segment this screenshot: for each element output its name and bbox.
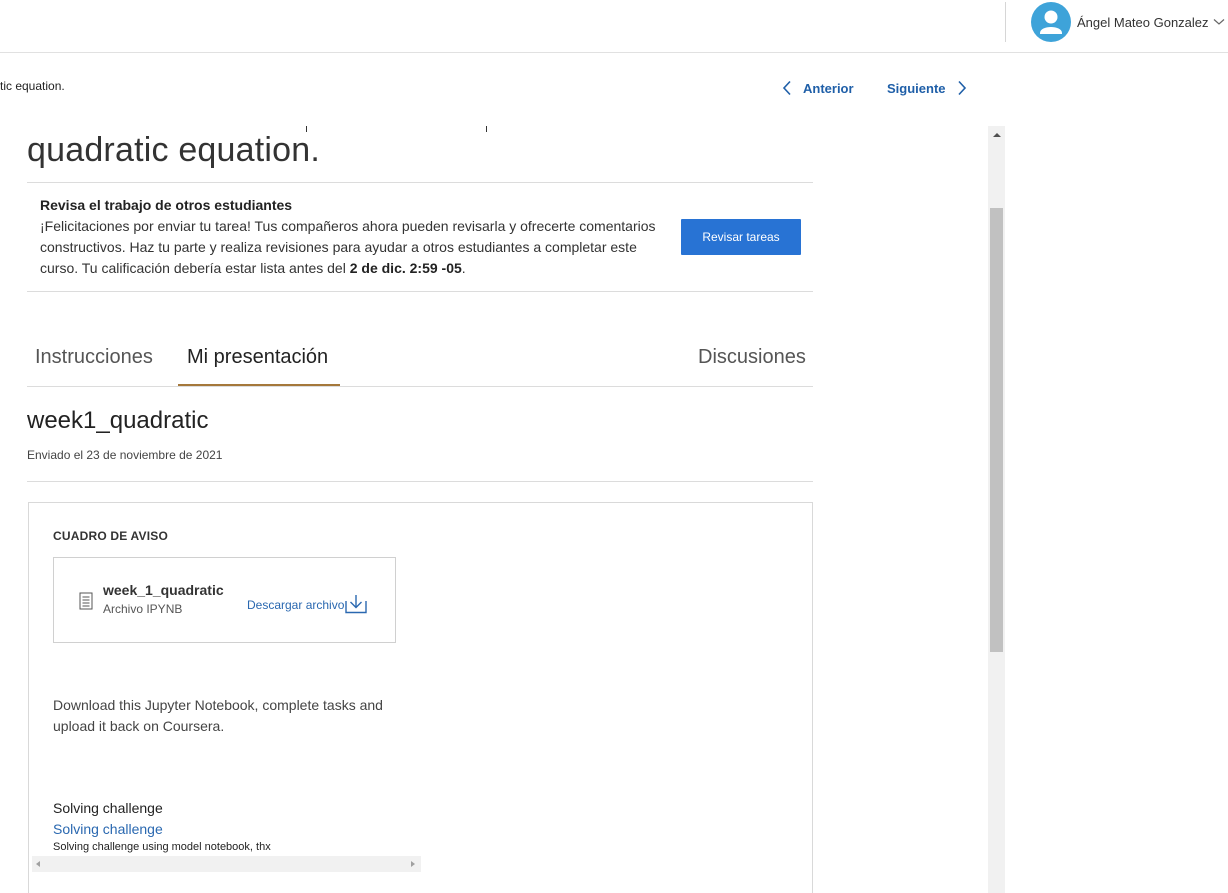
chevron-down-icon xyxy=(1213,19,1224,25)
file-name: week_1_quadratic xyxy=(103,582,224,598)
review-text: ¡Felicitaciones por enviar tu tarea! Tus… xyxy=(40,216,670,279)
scroll-up-icon[interactable] xyxy=(993,133,1001,137)
divider xyxy=(27,182,813,183)
vertical-scrollbar[interactable] xyxy=(988,126,1005,893)
user-name: Ángel Mateo Gonzalez xyxy=(1077,14,1209,30)
review-deadline: 2 de dic. 2:59 -05 xyxy=(349,260,462,276)
review-assignments-button[interactable]: Revisar tareas xyxy=(681,219,801,255)
download-file-link[interactable]: Descargar archivo xyxy=(247,594,368,614)
divider xyxy=(27,481,813,482)
file-type: Archivo IPYNB xyxy=(103,602,183,616)
panel-label: CUADRO DE AVISO xyxy=(53,529,169,543)
tab-instructions[interactable]: Instrucciones xyxy=(35,346,153,369)
download-icon xyxy=(345,595,368,614)
review-text-body: ¡Felicitaciones por enviar tu tarea! Tus… xyxy=(40,218,656,276)
download-file-label: Descargar archivo xyxy=(247,598,345,612)
scroll-left-icon[interactable] xyxy=(36,861,40,867)
submission-title: week1_quadratic xyxy=(27,407,209,434)
horizontal-scrollbar[interactable] xyxy=(32,856,421,872)
review-heading: Revisa el trabajo de otros estudiantes xyxy=(40,197,293,213)
user-menu[interactable]: Ángel Mateo Gonzalez xyxy=(1031,2,1225,42)
top-bar-divider xyxy=(1005,2,1006,42)
document-icon xyxy=(79,592,93,610)
clipped-text-mark xyxy=(486,126,487,132)
scroll-right-icon[interactable] xyxy=(411,861,415,867)
submission-panel: CUADRO DE AVISO week_1_quadratic Archivo… xyxy=(28,502,813,893)
top-bar: Ángel Mateo Gonzalez xyxy=(0,0,1228,53)
active-tab-indicator xyxy=(178,384,340,386)
tabs-divider xyxy=(27,386,813,387)
submission-date: Enviado el 23 de noviembre de 2021 xyxy=(27,448,223,462)
previous-button[interactable]: Anterior xyxy=(782,80,854,96)
tab-my-submission[interactable]: Mi presentación xyxy=(187,346,328,369)
page-title: quadratic equation. xyxy=(27,131,321,169)
chevron-left-icon xyxy=(782,80,791,96)
next-label: Siguiente xyxy=(887,80,946,96)
tab-discussions[interactable]: Discusiones xyxy=(698,346,806,369)
assignment-description: Download this Jupyter Notebook, complete… xyxy=(53,697,383,734)
challenge-note: Solving challenge using model notebook, … xyxy=(53,841,271,853)
user-avatar-icon xyxy=(1031,2,1071,42)
review-text-end: . xyxy=(461,260,466,276)
breadcrumb: tic equation. xyxy=(0,79,65,93)
chevron-right-icon xyxy=(957,80,966,96)
scrollbar-thumb[interactable] xyxy=(990,208,1003,652)
divider xyxy=(27,291,813,292)
file-card: week_1_quadratic Archivo IPYNB Descargar… xyxy=(53,557,396,643)
next-button[interactable]: Siguiente xyxy=(887,80,967,96)
main-content: quadratic equation. Revisa el trabajo de… xyxy=(0,126,988,893)
previous-label: Anterior xyxy=(803,80,854,96)
challenge-text: Solving challenge xyxy=(53,800,163,816)
challenge-link[interactable]: Solving challenge xyxy=(53,821,163,837)
